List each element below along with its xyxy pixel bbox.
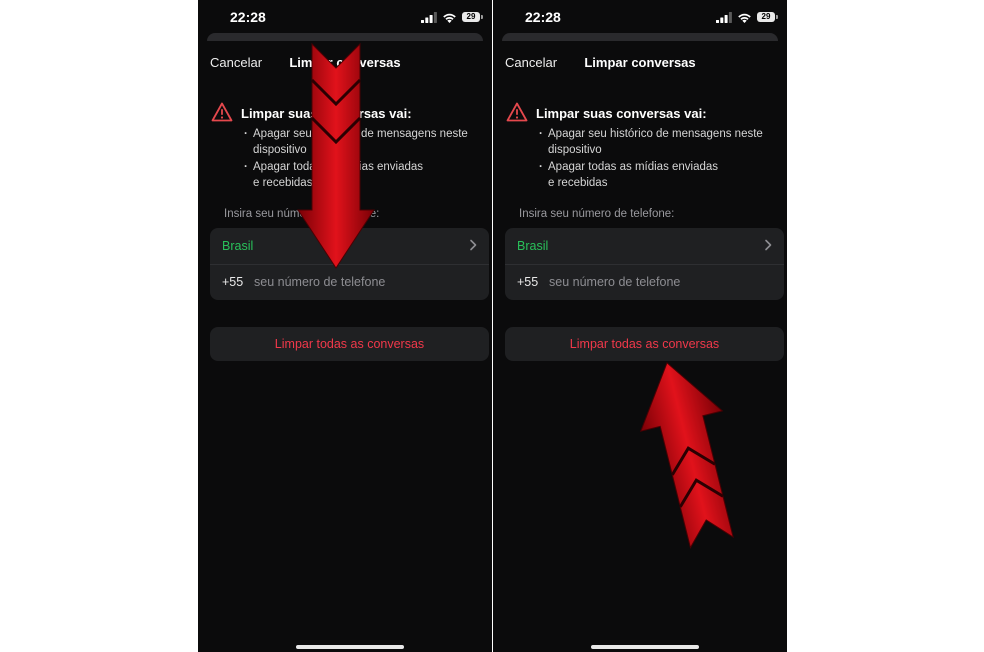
warning-icon: [506, 102, 528, 122]
warning-bullet-history: Apagar seu histórico de mensagens neste …: [539, 126, 787, 158]
signal-icon: [421, 11, 437, 23]
home-indicator[interactable]: [296, 645, 404, 649]
country-selector[interactable]: Brasil: [505, 228, 784, 265]
comparison-stage: 22:28 29 Cancelar Limpar conversas Limpa…: [0, 0, 984, 652]
sheet-background-edge: [207, 33, 483, 41]
status-time: 22:28: [230, 9, 266, 25]
phone-screen-left: 22:28 29 Cancelar Limpar conversas Limpa…: [198, 0, 492, 652]
phone-number-label: Insira seu número de telefone:: [519, 208, 675, 220]
signal-icon: [716, 11, 732, 23]
phone-number-input[interactable]: [254, 272, 474, 292]
warning-bullet-media: Apagar todas as mídias enviadas e recebi…: [539, 159, 787, 191]
sheet-background-edge: [502, 33, 778, 41]
phone-number-row: +55: [505, 264, 784, 300]
warning-bullet-history: Apagar seu histórico de mensagens neste …: [244, 126, 492, 158]
warning-bullet-media: Apagar todas as mídias enviadas e recebi…: [244, 159, 492, 191]
country-code: +55: [222, 275, 244, 289]
bullet-line: e recebidas: [253, 177, 313, 189]
warning-title: Limpar suas conversas vai:: [536, 106, 707, 121]
country-name: Brasil: [517, 239, 549, 253]
country-code: +55: [517, 275, 539, 289]
wifi-icon: [738, 13, 751, 23]
bullet-line: dispositivo: [548, 144, 602, 156]
status-icons: 29: [421, 10, 483, 24]
phone-number-card: Brasil +55: [505, 228, 784, 300]
status-icons: 29: [716, 10, 778, 24]
clear-all-chats-button[interactable]: Limpar todas as conversas: [210, 327, 489, 361]
page-title: Limpar conversas: [584, 55, 696, 70]
phone-number-label: Insira seu número de telefone:: [224, 208, 380, 220]
status-time: 22:28: [525, 9, 561, 25]
country-name: Brasil: [222, 239, 254, 253]
bullet-line: Apagar seu histórico de mensagens neste: [253, 128, 468, 140]
bullet-line: Apagar todas as mídias enviadas: [548, 161, 719, 173]
phone-number-input[interactable]: [549, 272, 769, 292]
warning-icon: [211, 102, 233, 122]
clear-all-chats-button[interactable]: Limpar todas as conversas: [505, 327, 784, 361]
phone-number-row: +55: [210, 264, 489, 300]
country-selector[interactable]: Brasil: [210, 228, 489, 265]
battery-icon: 29: [757, 12, 778, 22]
bullet-line: dispositivo: [253, 144, 307, 156]
warning-title: Limpar suas conversas vai:: [241, 106, 412, 121]
phone-number-card: Brasil +55: [210, 228, 489, 300]
phone-screen-right: 22:28 29 Cancelar Limpar conversas Limpa…: [493, 0, 787, 652]
annotation-overlay: [297, 42, 734, 549]
page-title: Limpar conversas: [289, 55, 401, 70]
bullet-line: e recebidas: [548, 177, 608, 189]
home-indicator[interactable]: [591, 645, 699, 649]
bullet-line: Apagar seu histórico de mensagens neste: [548, 128, 763, 140]
chevron-right-icon: [470, 239, 477, 251]
battery-icon: 29: [462, 12, 483, 22]
wifi-icon: [443, 13, 456, 23]
bullet-line: Apagar todas as mídias enviadas: [253, 161, 424, 173]
chevron-right-icon: [765, 239, 772, 251]
